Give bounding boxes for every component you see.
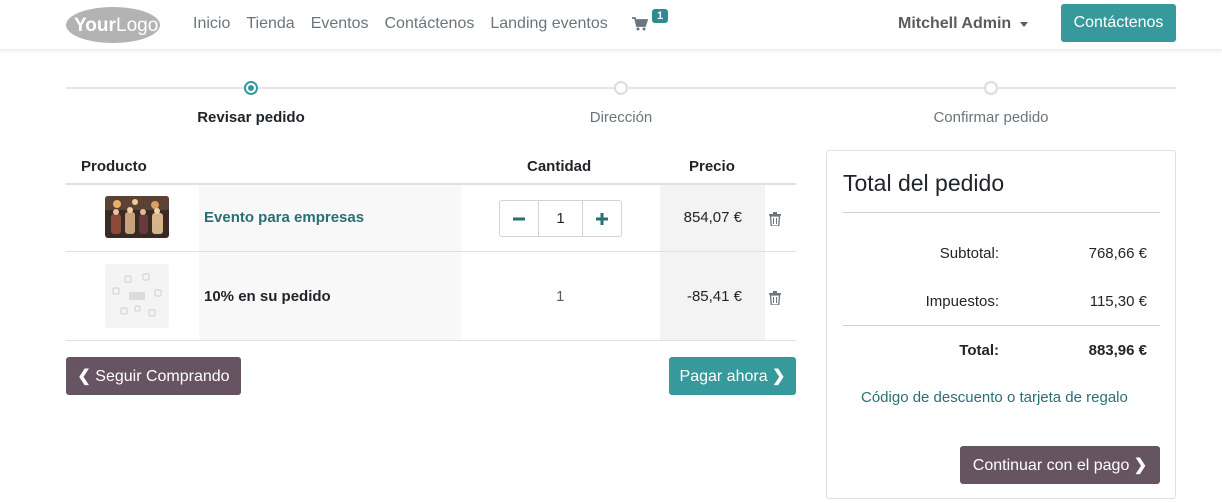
nav-tienda[interactable]: Tienda [238, 15, 302, 33]
total-divider [843, 325, 1160, 326]
quantity-stepper [499, 200, 622, 237]
chevron-right-icon: ❯ [1133, 457, 1148, 474]
order-summary-card: Total del pedido Subtotal: 768,66 € Impu… [826, 150, 1176, 499]
nav-inicio[interactable]: Inicio [185, 15, 238, 33]
product-name-link[interactable]: Evento para empresas [204, 209, 364, 226]
total-label: Total: [959, 342, 999, 359]
continue-shopping-label: Seguir Comprando [95, 368, 230, 385]
minus-icon [513, 217, 525, 220]
continue-shopping-button[interactable]: ❮ Seguir Comprando [66, 357, 241, 395]
company-logo[interactable]: Your Logo [66, 6, 161, 44]
summary-divider [843, 212, 1160, 213]
product-name: 10% en su pedido [204, 288, 331, 305]
taxes-label: Impuestos: [925, 293, 999, 310]
trash-icon[interactable] [769, 291, 781, 305]
decrease-quantity-button[interactable] [500, 201, 538, 236]
chevron-left-icon: ❮ [77, 368, 91, 385]
step-review: Revisar pedido [197, 109, 305, 126]
quantity-input[interactable] [538, 201, 583, 236]
total-value: 883,96 € [1088, 342, 1147, 359]
top-navbar: Your Logo Inicio Tienda Eventos Contácte… [0, 0, 1222, 50]
col-header-product: Producto [81, 158, 147, 175]
main-nav: Inicio Tienda Eventos Contáctenos Landin… [185, 0, 616, 48]
event-product-image[interactable] [105, 196, 169, 238]
discount-product-image [105, 264, 169, 328]
continue-to-payment-label: Continuar con el pago [972, 457, 1130, 474]
nav-contactenos[interactable]: Contáctenos [377, 15, 483, 33]
summary-title: Total del pedido [843, 170, 1005, 196]
cart-link[interactable]: 1 [632, 9, 672, 36]
pay-now-button[interactable]: Pagar ahora ❯ [669, 357, 796, 395]
col-header-quantity: Cantidad [527, 158, 592, 175]
caret-down-icon [1020, 21, 1029, 27]
step-dot-review [244, 81, 258, 95]
continue-to-payment-button[interactable]: Continuar con el pago ❯ [960, 446, 1160, 484]
subtotal-value: 768,66 € [1088, 245, 1147, 262]
cart-line: 10% en su pedido 1 -85,41 € [66, 252, 796, 341]
step-address: Dirección [589, 109, 653, 126]
svg-text:Your: Your [74, 15, 116, 36]
plus-icon [596, 212, 608, 225]
cart-line: Evento para empresas 854,07 € [66, 185, 796, 252]
increase-quantity-button[interactable] [583, 201, 621, 236]
line-price: 854,07 € [683, 209, 742, 226]
step-confirm: Confirmar pedido [933, 109, 1049, 126]
subtotal-label: Subtotal: [939, 245, 999, 262]
nav-eventos[interactable]: Eventos [303, 15, 377, 33]
svg-text:Logo: Logo [116, 15, 158, 36]
user-name: Mitchell Admin [898, 15, 1012, 32]
cart-count-badge: 1 [652, 9, 669, 23]
shopping-cart-icon [632, 17, 648, 31]
taxes-value: 115,30 € [1089, 293, 1147, 310]
user-dropdown[interactable]: Mitchell Admin [898, 0, 1029, 48]
discount-code-link[interactable]: Código de descuento o tarjeta de regalo [861, 389, 1128, 406]
line-price: -85,41 € [686, 288, 742, 305]
step-dot-confirm [984, 81, 998, 95]
step-dot-address [614, 81, 628, 95]
pay-now-label: Pagar ahora [679, 368, 768, 385]
col-header-price: Precio [689, 158, 735, 175]
nav-landing-eventos[interactable]: Landing eventos [482, 15, 615, 33]
chevron-right-icon: ❯ [772, 368, 786, 385]
trash-icon[interactable] [769, 212, 781, 226]
contact-button[interactable]: Contáctenos [1061, 4, 1176, 42]
quantity-value: 1 [556, 288, 565, 305]
